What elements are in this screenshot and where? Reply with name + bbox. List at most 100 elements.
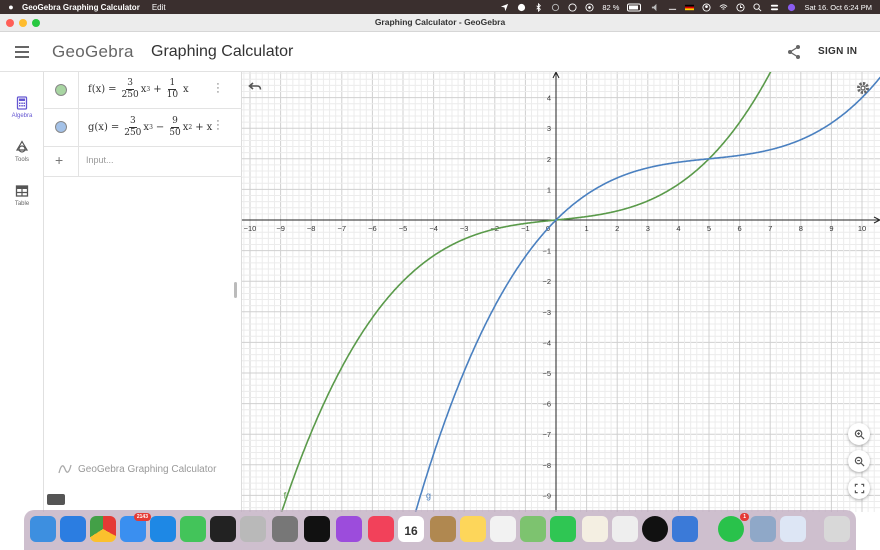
algebra-input-row[interactable]: + Input... — [44, 147, 242, 177]
spotlight-icon[interactable] — [753, 2, 762, 12]
numbers-icon[interactable] — [612, 516, 638, 542]
panel-resize-handle[interactable] — [234, 282, 237, 298]
algebra-input-field[interactable]: Input... — [86, 155, 114, 165]
x-tick-label: 10 — [858, 224, 866, 233]
rail-tools[interactable]: Tools — [0, 140, 44, 163]
preview-icon[interactable] — [750, 516, 776, 542]
app-title: Graphing Calculator — [151, 43, 294, 60]
siri-dock-icon[interactable] — [210, 516, 236, 542]
expression-f[interactable]: f(x) = 3 250 x3 + 1 10 x — [88, 78, 189, 101]
podcasts-icon[interactable] — [336, 516, 362, 542]
window-titlebar: Graphing Calculator - GeoGebra — [0, 14, 880, 32]
undo-icon[interactable] — [248, 80, 262, 92]
rail-table[interactable]: Table — [0, 184, 44, 207]
apple-tv-icon[interactable] — [304, 516, 330, 542]
user-icon[interactable] — [702, 2, 712, 12]
safari-icon[interactable] — [60, 516, 86, 542]
battery-icon[interactable] — [627, 3, 643, 12]
algebra-view: f(x) = 3 250 x3 + 1 10 x · · · g(x) = 3 250 x… — [44, 72, 242, 512]
shapes-icon — [15, 140, 29, 153]
y-tick-label: 4 — [547, 94, 551, 103]
time-machine-icon[interactable] — [736, 2, 746, 12]
menubar-datetime[interactable]: Sat 16. Oct 6:24 PM — [804, 3, 872, 12]
algebra-row-g[interactable]: g(x) = 3 250 x3 − 9 50 x2 + x · · · — [44, 109, 242, 147]
chrome-icon[interactable] — [90, 516, 116, 542]
y-tick-label: 3 — [547, 124, 551, 133]
table-icon — [15, 185, 29, 197]
y-tick-label: −7 — [542, 430, 551, 439]
messages-icon[interactable] — [180, 516, 206, 542]
trash-icon[interactable] — [824, 516, 850, 542]
fullscreen-button[interactable] — [848, 477, 870, 499]
calendar-icon[interactable]: 16 — [398, 516, 424, 542]
algebra-footer: GeoGebra Graphing Calculator — [58, 463, 216, 475]
launchpad-icon[interactable] — [240, 516, 266, 542]
accessibility-icon[interactable] — [668, 3, 677, 12]
keyboard-icon[interactable] — [47, 494, 65, 505]
maps-icon[interactable] — [520, 516, 546, 542]
notes-icon[interactable] — [460, 516, 486, 542]
x-tick-label: 6 — [738, 224, 742, 233]
sign-in-button[interactable]: SIGN IN — [818, 46, 857, 57]
location-icon[interactable] — [500, 3, 509, 12]
graphics-view[interactable]: −10 −9 −8 −7 −6 −5 −4 −3 −2 −1 0 1 2 3 4 5 6 7 8 9 10 −9 −8 −7−… — [242, 72, 880, 512]
finder-icon[interactable] — [30, 516, 56, 542]
wifi-icon[interactable] — [719, 3, 728, 12]
y-tick-label: −6 — [542, 400, 551, 409]
app-store-icon[interactable] — [150, 516, 176, 542]
rail-algebra[interactable]: Algebra — [0, 96, 44, 119]
facetime-icon[interactable] — [550, 516, 576, 542]
more-options-icon-g[interactable]: · · · — [214, 116, 222, 135]
bluetooth-icon[interactable] — [534, 2, 543, 12]
y-tick-label: −1 — [542, 247, 551, 256]
perspective-rail: Algebra Tools Table — [0, 72, 44, 512]
more-options-icon-f[interactable]: · · · — [214, 79, 222, 98]
mac-dock: 2143 16 1 — [24, 510, 856, 550]
airdrop-icon[interactable] — [585, 2, 594, 12]
hamburger-menu-icon[interactable] — [15, 46, 29, 58]
mail-icon[interactable]: 2143 — [120, 513, 151, 542]
expression-g[interactable]: g(x) = 3 250 x3 − 9 50 x2 + x — [88, 116, 212, 139]
siri-icon[interactable] — [787, 3, 796, 12]
reminders-icon[interactable] — [490, 516, 516, 542]
series-label-g: g — [426, 490, 431, 500]
graph-wave-icon — [58, 464, 72, 474]
menubar-edit[interactable]: Edit — [152, 3, 166, 12]
geogebra-dock-icon[interactable] — [780, 516, 806, 542]
zoom-out-button[interactable] — [848, 450, 870, 472]
vpn-icon[interactable] — [517, 3, 526, 12]
visibility-toggle-f[interactable] — [55, 84, 67, 96]
keynote-icon[interactable] — [672, 516, 698, 542]
geogebra-logo[interactable]: GeoGebra — [52, 42, 134, 62]
share-icon[interactable] — [786, 44, 802, 60]
pi-app-icon[interactable] — [642, 516, 668, 542]
zoom-in-icon — [854, 429, 865, 440]
apple-icon[interactable]: ● — [0, 2, 22, 12]
menubar-app-name[interactable]: GeoGebra Graphing Calculator — [22, 3, 140, 12]
info-icon[interactable] — [568, 2, 577, 12]
x-tick-label: 3 — [646, 224, 650, 233]
settings-gear-icon[interactable] — [856, 81, 870, 95]
plus-icon[interactable]: + — [55, 152, 63, 168]
system-preferences-icon[interactable] — [272, 516, 298, 542]
flag-de-icon[interactable] — [685, 3, 695, 12]
visibility-toggle-g[interactable] — [55, 121, 67, 133]
moon-icon[interactable] — [551, 3, 560, 12]
contacts-icon[interactable] — [430, 516, 456, 542]
x-tick-label: −3 — [460, 224, 469, 233]
music-icon[interactable] — [368, 516, 394, 542]
function-plot[interactable]: −10 −9 −8 −7 −6 −5 −4 −3 −2 −1 0 1 2 3 4 5 6 7 8 9 10−9−8−7−… — [242, 72, 880, 512]
battery-percent: 82 % — [602, 2, 620, 12]
mac-menubar: ● GeoGebra Graphing Calculator Edit 82 %… — [0, 0, 880, 14]
x-tick-label: 2 — [615, 224, 619, 233]
control-center-icon[interactable] — [770, 3, 779, 12]
sound-icon[interactable] — [651, 3, 660, 12]
y-tick-label: 1 — [547, 185, 551, 194]
zoom-out-icon — [854, 456, 865, 467]
y-tick-label: −3 — [542, 308, 551, 317]
whatsapp-icon[interactable]: 1 — [718, 513, 749, 542]
pages-icon[interactable] — [582, 516, 608, 542]
algebra-row-f[interactable]: f(x) = 3 250 x3 + 1 10 x · · · — [44, 72, 242, 109]
fullscreen-icon — [854, 483, 864, 493]
zoom-in-button[interactable] — [848, 423, 870, 445]
